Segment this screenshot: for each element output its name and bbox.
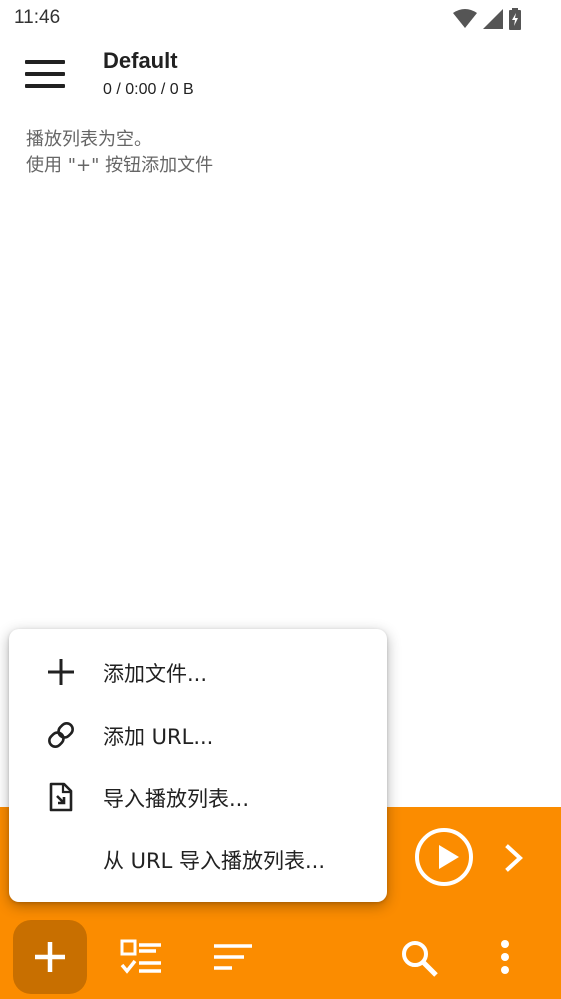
status-icons (453, 8, 521, 30)
battery-charging-icon (509, 8, 521, 30)
menu-item-label: 导入播放列表... (103, 787, 250, 811)
menu-item-import-playlist-url[interactable]: 从 URL 导入播放列表... (9, 829, 387, 891)
select-button[interactable] (104, 920, 178, 994)
status-time: 11:46 (14, 7, 61, 28)
link-icon (48, 722, 74, 748)
wifi-icon (453, 9, 477, 28)
playlist-title: Default (103, 48, 178, 73)
chevron-right-icon[interactable] (500, 842, 528, 874)
empty-message-line1: 播放列表为空。 (26, 129, 152, 150)
status-bar: 11:46 (0, 0, 561, 38)
more-vertical-icon (501, 940, 509, 974)
menu-item-add-url[interactable]: 添加 URL... (9, 705, 387, 767)
checklist-icon (120, 939, 161, 974)
menu-item-label: 添加文件... (103, 662, 208, 686)
add-button[interactable] (13, 920, 87, 994)
play-circle-icon[interactable] (415, 828, 473, 886)
menu-item-add-file[interactable]: 添加文件... (9, 642, 387, 704)
hamburger-menu-icon[interactable] (25, 60, 65, 90)
empty-message-line2: 使用 "+" 按钮添加文件 (26, 155, 214, 176)
search-icon (402, 941, 438, 977)
plus-icon (48, 659, 74, 685)
menu-item-label: 从 URL 导入播放列表... (103, 849, 326, 873)
add-popup-menu: 添加文件... 添加 URL... 导入播放列表... 从 URL 导入播放列表… (9, 629, 387, 902)
signal-icon (483, 9, 503, 29)
empty-playlist-message: 播放列表为空。 使用 "+" 按钮添加文件 (26, 127, 213, 179)
sort-button[interactable] (196, 920, 270, 994)
sort-icon (214, 944, 252, 970)
menu-item-import-playlist[interactable]: 导入播放列表... (9, 767, 387, 829)
import-file-icon (49, 782, 73, 812)
menu-item-label: 添加 URL... (103, 725, 214, 749)
app-header: Default 0 / 0:00 / 0 B (0, 38, 561, 114)
more-options-button[interactable] (468, 920, 542, 994)
playlist-stats: 0 / 0:00 / 0 B (103, 81, 194, 98)
add-icon (35, 942, 65, 972)
search-button[interactable] (383, 920, 457, 994)
